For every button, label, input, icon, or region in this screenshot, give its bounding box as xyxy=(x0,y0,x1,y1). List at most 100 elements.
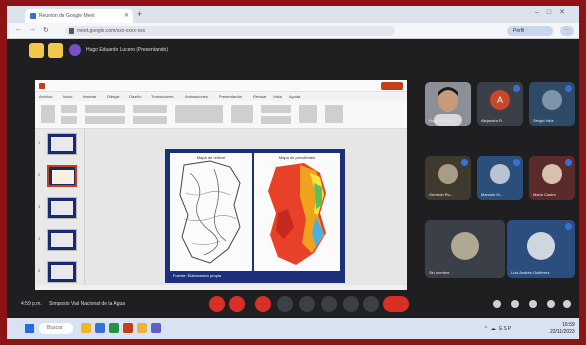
browser-tab[interactable]: Reunión de Google Meet ✕ xyxy=(25,9,133,23)
participant-name: Luis Andrés Gutiérrez xyxy=(511,270,550,275)
taskbar-clock[interactable]: 16:59 22/11/2023 xyxy=(550,322,575,336)
ppt-tab[interactable]: Dibujar xyxy=(107,94,120,99)
paste-icon[interactable] xyxy=(41,105,55,123)
screen-photo: Reunión de Google Meet ✕ + –□✕ ← → ↻ mee… xyxy=(7,6,579,339)
raise-hand-icon[interactable] xyxy=(277,296,293,312)
participant-tile[interactable]: Hugo Eduardo xyxy=(425,82,471,126)
ppt-tab[interactable]: Transiciones xyxy=(151,94,174,99)
alignment-group[interactable] xyxy=(133,116,167,124)
meeting-time: 4:59 p.m. xyxy=(21,301,42,307)
profile-button[interactable]: Perfil xyxy=(507,26,553,36)
window-controls[interactable]: –□✕ xyxy=(535,8,573,16)
ppt-tab[interactable]: Inicio xyxy=(63,94,72,99)
close-tab-icon[interactable]: ✕ xyxy=(124,12,129,19)
font-style-group[interactable] xyxy=(85,116,125,124)
participant-tile[interactable]: Marcelo M... xyxy=(477,156,523,200)
windows-start-icon[interactable] xyxy=(25,324,34,333)
participant-tile[interactable]: Sin nombre xyxy=(425,220,505,278)
chat-icon[interactable] xyxy=(529,300,537,308)
excel-icon[interactable] xyxy=(109,323,119,333)
dictate-icon[interactable] xyxy=(299,105,317,123)
lock-icon xyxy=(69,28,74,34)
teams-icon[interactable] xyxy=(151,323,161,333)
captions-icon[interactable] xyxy=(255,296,271,312)
participant-tile[interactable]: Mario Castro xyxy=(529,156,575,200)
participant-tile[interactable]: Luis Andrés Gutiérrez xyxy=(507,220,575,278)
participant-avatar xyxy=(451,232,479,260)
participant-tile[interactable]: A Alejandra R. xyxy=(477,82,523,126)
participant-tile[interactable]: Gerardo Ru... xyxy=(425,156,471,200)
browser-menu-button[interactable]: ⋯ xyxy=(560,26,574,36)
participant-avatar xyxy=(542,164,562,184)
layout-icon[interactable] xyxy=(48,43,63,58)
slide-thumbnail-content xyxy=(51,137,73,151)
ppt-tab[interactable]: Vista xyxy=(273,94,282,99)
back-arrow-icon[interactable]: ← xyxy=(15,26,22,33)
designer-icon[interactable] xyxy=(325,105,343,123)
mic-off-icon xyxy=(461,159,468,166)
lock-icon[interactable] xyxy=(563,300,571,308)
ppt-tab[interactable]: Revisar xyxy=(253,94,267,99)
slide-number: 3 xyxy=(38,204,41,209)
slide-thumbnail[interactable] xyxy=(47,261,77,283)
tab-title: Reunión de Google Meet xyxy=(39,13,95,19)
slide-thumbnail[interactable] xyxy=(47,229,77,251)
slide-number: 4 xyxy=(38,236,41,241)
people-icon[interactable] xyxy=(511,300,519,308)
ppt-tab[interactable]: Diseño xyxy=(129,94,141,99)
menu-dots-icon[interactable] xyxy=(363,296,379,312)
ppt-tab[interactable]: Animaciones xyxy=(185,94,208,99)
paragraph-group[interactable] xyxy=(133,105,167,113)
emoji-icon[interactable] xyxy=(321,296,337,312)
arrange-button[interactable] xyxy=(231,105,253,123)
clock-time: 16:59 xyxy=(562,322,575,328)
slope-map-drawing xyxy=(268,163,326,265)
ppt-tab[interactable]: Archivo xyxy=(39,94,52,99)
edge-icon[interactable] xyxy=(95,323,105,333)
activities-icon[interactable] xyxy=(547,300,555,308)
system-tray[interactable]: ^ ☁ ESP xyxy=(485,326,512,332)
find-button[interactable] xyxy=(261,105,291,113)
slide-number: 1 xyxy=(38,140,41,145)
select-button[interactable] xyxy=(261,116,291,124)
slide-thumbnail-selected[interactable] xyxy=(47,165,77,187)
leave-call-button[interactable] xyxy=(383,296,409,312)
participant-tile[interactable]: Sergio Vela xyxy=(529,82,575,126)
new-slide-icon[interactable] xyxy=(61,105,77,113)
slide-thumbnails-panel: 1 2 3 4 5 xyxy=(35,129,85,291)
reload-icon[interactable]: ↻ xyxy=(43,26,49,34)
relief-map-drawing xyxy=(179,160,241,264)
participant-name: Alejandra R. xyxy=(481,118,504,123)
right-map-title: Mapa de pendientes xyxy=(278,155,316,160)
relief-map-image: Mapa de relieve xyxy=(170,153,252,271)
meet-header: Hugo Eduardo Lucero (Presentando) xyxy=(7,39,579,63)
camera-toggle-icon[interactable] xyxy=(229,296,245,312)
participant-avatar xyxy=(490,164,510,184)
font-select[interactable] xyxy=(85,105,125,113)
ppt-tab[interactable]: Insertar xyxy=(83,94,97,99)
slide-thumbnail[interactable] xyxy=(47,133,77,155)
current-slide[interactable]: Mapa de relieve Mapa de pendientes Fuent… xyxy=(165,149,345,283)
layout-button[interactable] xyxy=(61,116,77,124)
new-tab-icon[interactable]: + xyxy=(137,9,142,19)
shared-screen-powerpoint: Archivo Inicio Insertar Dibujar Diseño T… xyxy=(35,80,407,291)
file-explorer-icon[interactable] xyxy=(81,323,91,333)
mic-toggle-icon[interactable] xyxy=(209,296,225,312)
ppt-share-button[interactable] xyxy=(381,82,403,90)
ppt-tab[interactable]: Presentación xyxy=(219,94,242,99)
chrome-icon[interactable] xyxy=(137,323,147,333)
stop-presenting-icon[interactable] xyxy=(29,43,44,58)
slide-thumbnail[interactable] xyxy=(47,197,77,219)
info-icon[interactable] xyxy=(493,300,501,308)
powerpoint-icon[interactable] xyxy=(123,323,133,333)
present-screen-icon[interactable] xyxy=(299,296,315,312)
slide-thumbnail-content xyxy=(51,201,73,215)
slide-thumbnail-content xyxy=(51,265,73,279)
forward-arrow-icon[interactable]: → xyxy=(29,26,36,33)
url-input[interactable]: meet.google.com/xxx-xxxx-xxx xyxy=(65,26,395,36)
shapes-gallery[interactable] xyxy=(175,105,223,123)
ppt-tab[interactable]: Ayuda xyxy=(289,94,300,99)
more-options-icon[interactable] xyxy=(343,296,359,312)
participant-initial-avatar: A xyxy=(490,90,510,110)
taskbar-search-input[interactable]: Buscar xyxy=(39,323,73,334)
